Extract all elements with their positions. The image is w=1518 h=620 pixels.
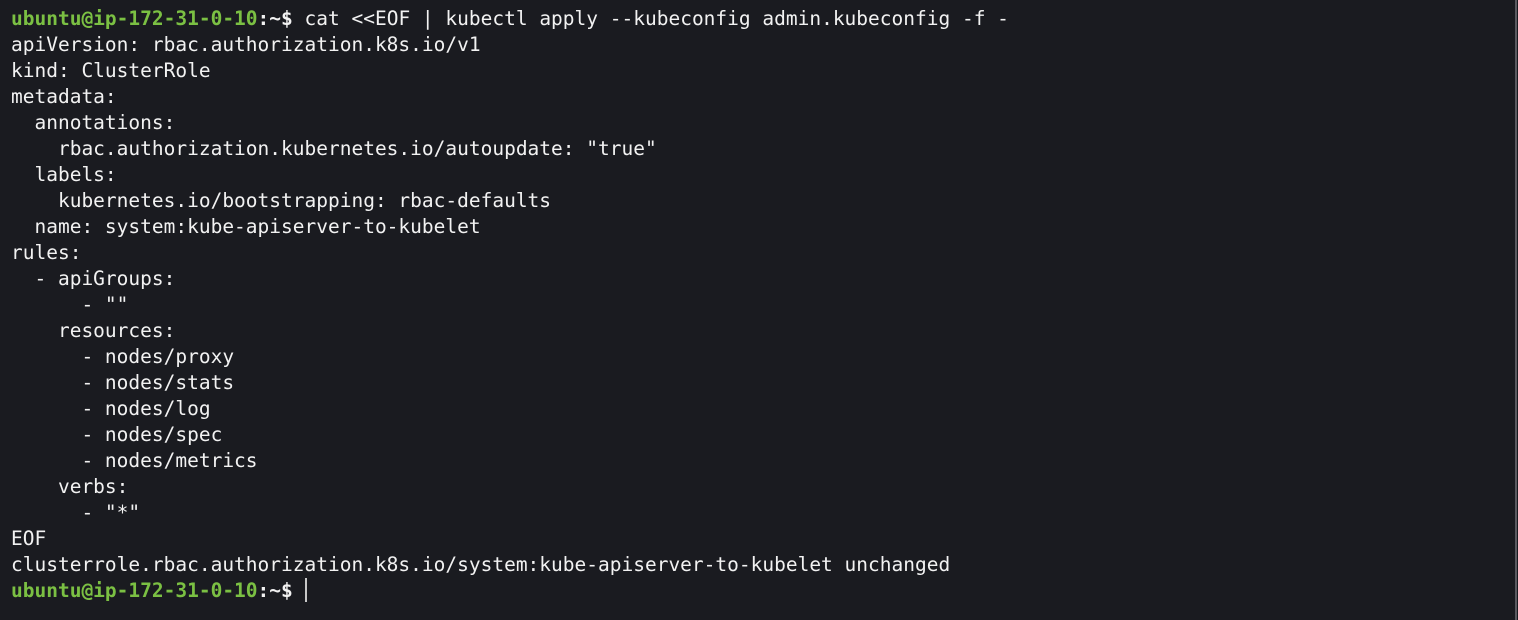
output-line: - nodes/spec [11,423,223,446]
output-line: annotations: [11,111,176,134]
output-line: EOF [11,527,47,550]
output-line: resources: [11,319,176,342]
prompt-path-symbol: ~$ [269,579,293,602]
prompt-path-symbol: ~$ [269,7,293,30]
command-line: ubuntu@ip-172-31-0-10:~$ cat <<EOF | kub… [11,6,1518,32]
command-text: cat <<EOF | kubectl apply --kubeconfig a… [292,7,1009,30]
output-line: - apiGroups: [11,267,176,290]
output-line: metadata: [11,85,117,108]
prompt-separator: : [257,579,270,602]
output-line: name: system:kube-apiserver-to-kubelet [11,215,481,238]
output-line: - nodes/log [11,397,211,420]
output-line: verbs: [11,475,129,498]
prompt-user-host: ubuntu@ip-172-31-0-10 [11,579,258,602]
output-line: rules: [11,241,82,264]
output-line: clusterrole.rbac.authorization.k8s.io/sy… [11,553,951,576]
active-prompt-line[interactable]: ubuntu@ip-172-31-0-10:~$ [11,578,1518,604]
text-cursor[interactable] [304,578,307,602]
output-line: labels: [11,163,117,186]
output-line: - "" [11,293,129,316]
output-line: - nodes/metrics [11,449,258,472]
window-edge-divider [1515,0,1517,620]
output-line: kubernetes.io/bootstrapping: rbac-defaul… [11,189,552,212]
output-line: kind: ClusterRole [11,59,211,82]
output-line: apiVersion: rbac.authorization.k8s.io/v1 [11,33,481,56]
prompt-separator: : [257,7,270,30]
output-line: - "*" [11,501,141,524]
prompt-user-host: ubuntu@ip-172-31-0-10 [11,7,258,30]
terminal-window[interactable]: ubuntu@ip-172-31-0-10:~$ cat <<EOF | kub… [0,0,1518,620]
output-line: - nodes/proxy [11,345,235,368]
output-line: rbac.authorization.kubernetes.io/autoupd… [11,137,657,160]
output-line: - nodes/stats [11,371,235,394]
